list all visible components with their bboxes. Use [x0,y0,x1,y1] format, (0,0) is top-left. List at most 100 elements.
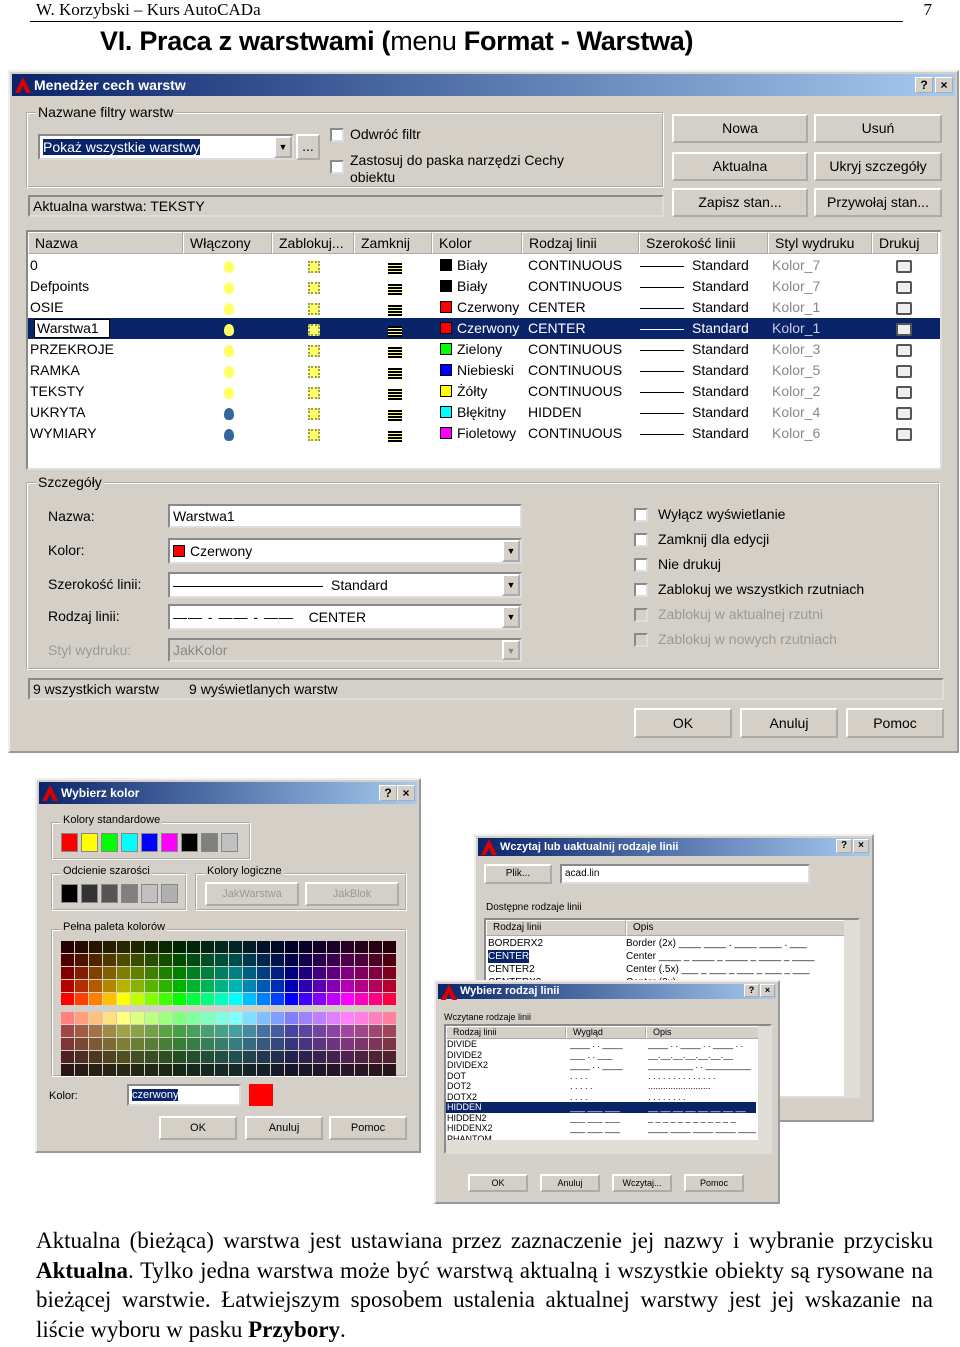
column-header[interactable]: Opis [626,920,848,936]
new-layer-button[interactable]: Nowa [672,114,808,143]
palette-cell[interactable] [299,1012,312,1024]
palette-cell[interactable] [327,1012,340,1024]
freeze-sun-icon[interactable] [308,426,320,447]
lightbulb-icon[interactable] [224,426,234,447]
loaded-linetypes-list[interactable]: Rodzaj linii Wygląd Opis DIVIDE ____ . . ___… [444,1024,772,1154]
column-header[interactable]: Zamknij [354,232,432,254]
palette-cell[interactable] [285,954,298,966]
color-swatch[interactable] [221,833,238,852]
palette-cell[interactable] [229,967,242,979]
color-swatch[interactable] [201,833,218,852]
palette-cell[interactable] [229,1025,242,1037]
palette-cell[interactable] [173,980,186,992]
palette-cell[interactable] [355,954,368,966]
palette-cell[interactable] [215,1038,228,1050]
palette-cell[interactable] [215,980,228,992]
layer-color[interactable]: Żółty [440,381,487,402]
palette-cell[interactable] [75,941,88,953]
palette-cell[interactable] [187,993,200,1005]
layer-lineweight[interactable]: Standard [640,276,749,297]
palette-cell[interactable] [369,1025,382,1037]
linetype-row[interactable]: CENTER Center ____ _ ____ _ ____ _ ____ _… [486,950,858,963]
palette-cell[interactable] [215,954,228,966]
layer-lineweight[interactable]: Standard [640,297,749,318]
color-swatch[interactable] [141,833,158,852]
palette-cell[interactable] [313,1025,326,1037]
layer-linetype[interactable]: HIDDEN [528,402,582,423]
color-combo[interactable]: Czerwony ▼ [168,538,522,564]
layer-linetype[interactable]: CENTER [528,297,586,318]
palette-cell[interactable] [355,967,368,979]
palette-cell[interactable] [159,1025,172,1037]
palette-cell[interactable] [215,967,228,979]
palette-cell[interactable] [173,967,186,979]
color-swatch[interactable] [81,833,98,852]
close-button[interactable]: × [935,77,953,93]
palette-cell[interactable] [89,967,102,979]
palette-cell[interactable] [299,1025,312,1037]
palette-cell[interactable] [285,1012,298,1024]
palette-cell[interactable] [327,1038,340,1050]
linetype-combo[interactable]: —— - —— - —— CENTER ▼ [168,604,522,630]
delete-layer-button[interactable]: Usuń [814,114,942,143]
palette-cell[interactable] [383,967,396,979]
palette-cell[interactable] [327,980,340,992]
palette-cell[interactable] [201,980,214,992]
palette-cell[interactable] [131,954,144,966]
gray-swatch[interactable] [121,884,138,903]
column-header[interactable]: Wygląd [566,1026,646,1039]
palette-cell[interactable] [145,1025,158,1037]
palette-cell[interactable] [187,954,200,966]
layer-color[interactable]: Czerwony [440,297,519,318]
palette-cell[interactable] [355,1025,368,1037]
palette-cell[interactable] [229,993,242,1005]
palette-cell[interactable] [299,980,312,992]
layer-row[interactable]: Defpoints Biały CONTINUOUS Standard Kolor_7 [28,276,940,297]
help-dialog-button[interactable]: Pomoc [846,708,944,738]
palette-cell[interactable] [173,1051,186,1063]
palette-cell[interactable] [243,1038,256,1050]
palette-cell[interactable] [131,1064,144,1076]
palette-cell[interactable] [327,993,340,1005]
palette-cell[interactable] [131,993,144,1005]
palette-cell[interactable] [369,1051,382,1063]
layer-lineweight[interactable]: Standard [640,318,749,339]
palette-cell[interactable] [187,967,200,979]
palette-cell[interactable] [103,1038,116,1050]
linetype-row[interactable]: DOT2 . . . . .......................... [446,1081,756,1092]
palette-cell[interactable] [341,993,354,1005]
palette-cell[interactable] [271,1038,284,1050]
palette-cell[interactable] [145,993,158,1005]
palette-cell[interactable] [117,954,130,966]
cancel-button[interactable]: Anuluj [740,708,838,738]
palette-cell[interactable] [215,1025,228,1037]
filter-more-button[interactable]: ... [296,134,320,160]
palette-cell[interactable] [383,1064,396,1076]
layer-linetype[interactable]: CENTER [528,318,586,339]
palette-cell[interactable] [355,980,368,992]
palette-cell[interactable] [103,1025,116,1037]
palette-cell[interactable] [159,1051,172,1063]
palette-cell[interactable] [75,1064,88,1076]
palette-cell[interactable] [201,1012,214,1024]
palette-cell[interactable] [313,1064,326,1076]
layer-color[interactable]: Niebieski [440,360,514,381]
layer-linetype[interactable]: CONTINUOUS [528,360,622,381]
palette-cell[interactable] [131,1038,144,1050]
palette-cell[interactable] [145,967,158,979]
column-header[interactable]: Styl wydruku [768,232,872,254]
linetype-row[interactable]: CENTER2 Center (.5x) ___ _ ___ _ ___ _ __… [486,963,858,976]
palette-cell[interactable] [299,1064,312,1076]
palette-cell[interactable] [215,1012,228,1024]
palette-cell[interactable] [61,1012,74,1024]
palette-cell[interactable] [327,967,340,979]
color-palette[interactable] [61,941,396,1076]
layer-lineweight[interactable]: Standard [640,381,749,402]
palette-cell[interactable] [159,954,172,966]
palette-cell[interactable] [103,941,116,953]
palette-cell[interactable] [355,941,368,953]
palette-cell[interactable] [313,1051,326,1063]
palette-cell[interactable] [159,993,172,1005]
palette-cell[interactable] [159,941,172,953]
palette-cell[interactable] [299,967,312,979]
